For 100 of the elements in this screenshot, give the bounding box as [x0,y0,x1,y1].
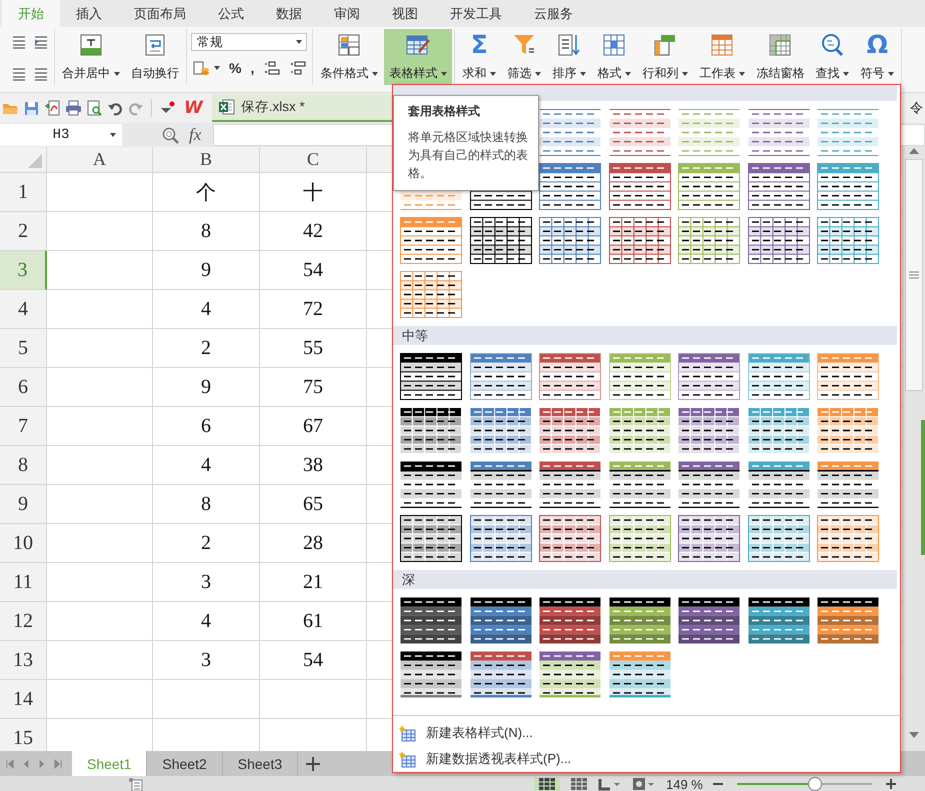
table-style-swatch[interactable] [748,163,810,210]
column-header[interactable]: A [47,147,153,173]
save-icon[interactable] [23,100,39,116]
vertical-scrollbar[interactable] [903,147,925,751]
table-style-swatch[interactable] [678,353,740,400]
ribbon-tab[interactable]: 页面布局 [118,0,202,27]
row-header[interactable]: 1 [0,173,47,212]
table-style-swatch[interactable] [539,109,601,156]
lines-indent-icon[interactable] [12,35,26,49]
document-magnifier-icon[interactable] [86,100,102,116]
table-style-swatch[interactable] [470,515,532,562]
table-style-swatch[interactable] [539,217,601,264]
table-style-swatch[interactable] [678,163,740,210]
zoom-in-icon[interactable] [886,779,896,789]
row-header[interactable]: 7 [0,407,47,446]
name-box[interactable]: H3 [0,124,122,146]
row-header[interactable]: 8 [0,446,47,485]
table-style-button[interactable]: 表格样式 [384,29,452,85]
number-style-button[interactable]: % [227,59,244,77]
column-header[interactable]: C [260,147,367,173]
document-export-icon[interactable] [44,100,60,116]
table-style-swatch[interactable] [470,651,532,698]
table-style-swatch[interactable] [608,407,670,454]
table-style-swatch[interactable] [400,651,462,698]
ribbon-tab[interactable]: 审阅 [318,0,376,27]
table-style-swatch[interactable] [748,597,810,644]
table-style-swatch[interactable] [400,217,462,264]
table-style-swatch[interactable] [470,407,532,454]
row-header[interactable]: 12 [0,602,47,641]
table-style-swatch[interactable] [748,217,810,264]
table-style-swatch[interactable] [748,461,810,508]
table-style-swatch[interactable] [539,353,601,400]
table-style-swatch[interactable] [400,461,462,508]
number-style-button[interactable]: , [248,59,256,77]
row-header[interactable]: 15 [0,719,47,751]
slider-thumb[interactable] [808,777,822,791]
row-header[interactable]: 2 [0,212,47,251]
eye-protection-icon[interactable] [632,777,656,791]
table-style-swatch[interactable] [678,597,740,644]
column-header[interactable]: B [153,147,260,173]
table-style-swatch[interactable] [470,353,532,400]
table-style-swatch[interactable] [678,217,740,264]
merge-button[interactable]: 合并居中 [57,29,125,85]
table-style-swatch[interactable] [678,109,740,156]
table-style-swatch[interactable] [817,597,879,644]
table-style-swatch[interactable] [539,163,601,210]
table-style-swatch[interactable] [678,407,740,454]
table-style-swatch[interactable] [400,353,462,400]
table-style-swatch[interactable] [470,461,532,508]
table-style-swatch[interactable] [608,597,670,644]
ribbon-tab[interactable]: 开发工具 [434,0,518,27]
row-header[interactable]: 13 [0,641,47,680]
table-style-swatch[interactable] [400,515,462,562]
add-icon[interactable] [306,756,320,770]
print-icon[interactable] [65,100,81,116]
customize-toolbar-icon[interactable] [159,100,175,116]
table-style-swatch[interactable] [608,461,670,508]
row-header[interactable]: 5 [0,329,47,368]
currency-button[interactable] [191,59,222,77]
table-style-swatch[interactable] [817,109,879,156]
table-style-swatch[interactable] [400,407,462,454]
undo-icon[interactable] [107,100,123,116]
ribbon-tab[interactable]: 数据 [260,0,318,27]
table-style-swatch[interactable] [608,217,670,264]
ribbon-tab[interactable]: 公式 [202,0,260,27]
table-style-swatch[interactable] [400,271,462,318]
table-style-swatch[interactable] [817,407,879,454]
app-logo[interactable]: W [180,98,207,118]
table-style-swatch[interactable] [817,217,879,264]
table-style-swatch[interactable] [748,515,810,562]
table-style-swatch[interactable] [539,515,601,562]
table-style-swatch[interactable] [817,163,879,210]
ribbon-tab[interactable]: 插入 [60,0,118,27]
list-icon[interactable] [128,777,144,791]
row-header[interactable]: 4 [0,290,47,329]
ribbon-tab[interactable]: 云服务 [518,0,589,27]
ribbon-tab[interactable]: 视图 [376,0,434,27]
table-style-swatch[interactable] [817,461,879,508]
menu-item[interactable]: 新建数据透视表样式(P)... [393,746,900,772]
scroll-down-icon[interactable] [908,731,920,739]
table-style-swatch[interactable] [539,651,601,698]
conditional-button[interactable]: 条件格式 [315,29,384,85]
table-style-swatch[interactable] [817,515,879,562]
table-style-swatch[interactable] [678,515,740,562]
table-style-swatch[interactable] [470,597,532,644]
row-header[interactable]: 3 [0,251,47,290]
row-header[interactable]: 6 [0,368,47,407]
menu-item[interactable]: 新建表格样式(N)... [393,720,900,746]
row-header[interactable]: 10 [0,524,47,563]
table-style-swatch[interactable] [539,597,601,644]
table-style-swatch[interactable] [470,217,532,264]
zoom-icon[interactable] [162,126,179,144]
lines-icon[interactable] [12,67,26,81]
lines-outdent-icon[interactable] [34,35,48,49]
table-style-swatch[interactable] [539,407,601,454]
page-layout-icon[interactable] [598,777,622,791]
table-style-swatch[interactable] [608,651,670,698]
table-style-swatch[interactable] [400,597,462,644]
insert-function-button[interactable]: fx [189,125,202,145]
table-style-swatch[interactable] [678,461,740,508]
